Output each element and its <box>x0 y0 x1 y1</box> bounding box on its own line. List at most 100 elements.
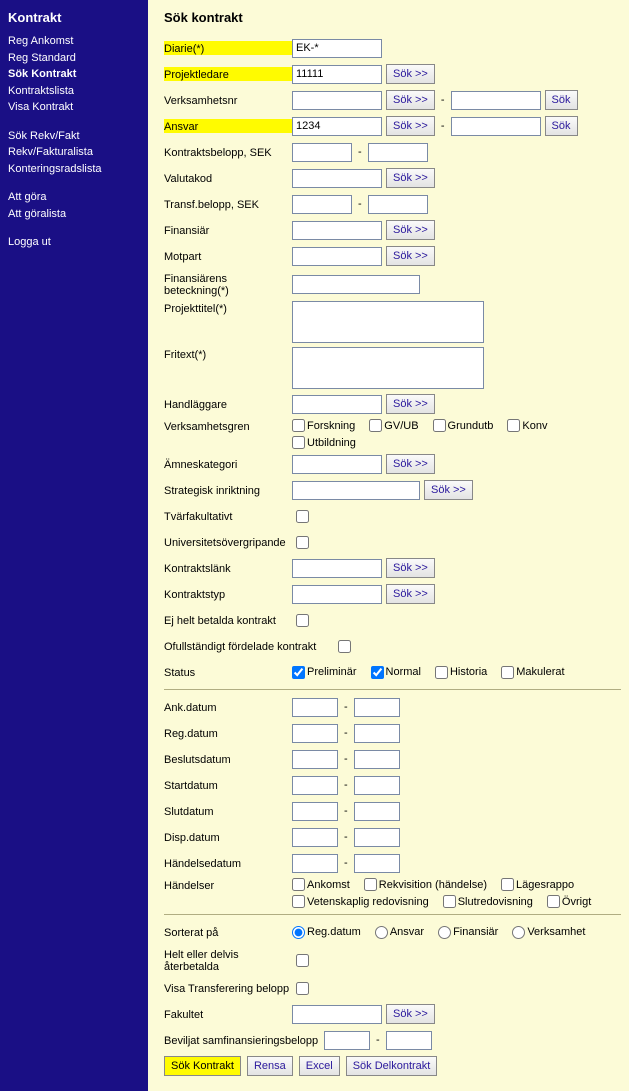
verksamhetsnr-input-2[interactable] <box>451 91 541 110</box>
label-finansiar: Finansiär <box>164 223 292 237</box>
sok-motpart[interactable]: Sök >> <box>386 246 435 266</box>
beviljat-to[interactable] <box>386 1031 432 1050</box>
sok-ansvar[interactable]: Sök >> <box>386 116 435 136</box>
nav-reg-ankomst[interactable]: Reg Ankomst <box>8 33 140 50</box>
chk-universitetsovergripande[interactable] <box>296 536 309 549</box>
chk-lagesrapport[interactable] <box>501 878 514 891</box>
sok-kontraktstyp[interactable]: Sök >> <box>386 584 435 604</box>
chk-grundutb[interactable] <box>433 419 446 432</box>
nav-visa-kontrakt[interactable]: Visa Kontrakt <box>8 99 140 116</box>
rensa-button[interactable]: Rensa <box>247 1056 293 1076</box>
label-fritext: Fritext(*) <box>164 347 292 361</box>
chk-visatransferering[interactable] <box>296 982 309 995</box>
label-verksamhetsnr: Verksamhetsnr <box>164 93 292 107</box>
chk-gvub[interactable] <box>369 419 382 432</box>
chk-ovrigt[interactable] <box>547 895 560 908</box>
chk-preliminar[interactable] <box>292 666 305 679</box>
projekttitel-input[interactable] <box>292 301 484 343</box>
slutdatum-from[interactable] <box>292 802 338 821</box>
ansvar-input[interactable] <box>292 117 382 136</box>
nav-logga-ut[interactable]: Logga ut <box>8 234 140 251</box>
nav-att-gora[interactable]: Att göra <box>8 189 140 206</box>
divider <box>164 689 621 690</box>
sok-fakultet[interactable]: Sök >> <box>386 1004 435 1024</box>
finansiarensbet-input[interactable] <box>292 275 420 294</box>
handlaggare-input[interactable] <box>292 395 382 414</box>
beslutsdatum-to[interactable] <box>354 750 400 769</box>
verksamhetsnr-input[interactable] <box>292 91 382 110</box>
label-universitetsovergripande: Universitetsövergripande <box>164 535 292 549</box>
kontraktsbelopp-to[interactable] <box>368 143 428 162</box>
handelsedatum-to[interactable] <box>354 854 400 873</box>
nav-kontraktslista[interactable]: Kontraktslista <box>8 83 140 100</box>
motpart-input[interactable] <box>292 247 382 266</box>
radio-finansiar[interactable] <box>438 926 451 939</box>
label-amneskategori: Ämneskategori <box>164 457 292 471</box>
chk-ankomst[interactable] <box>292 878 305 891</box>
sok-amneskategori[interactable]: Sök >> <box>386 454 435 474</box>
slutdatum-to[interactable] <box>354 802 400 821</box>
sok-handlaggare[interactable]: Sök >> <box>386 394 435 414</box>
valutakod-input[interactable] <box>292 169 382 188</box>
fritext-input[interactable] <box>292 347 484 389</box>
radio-regdatum[interactable] <box>292 926 305 939</box>
sok-kontrakt-button[interactable]: Sök Kontrakt <box>164 1056 241 1076</box>
amneskategori-input[interactable] <box>292 455 382 474</box>
kontraktstyp-input[interactable] <box>292 585 382 604</box>
nav-reg-standard[interactable]: Reg Standard <box>8 50 140 67</box>
sok-kontraktslank[interactable]: Sök >> <box>386 558 435 578</box>
startdatum-to[interactable] <box>354 776 400 795</box>
chk-konv[interactable] <box>507 419 520 432</box>
sok-finansiar[interactable]: Sök >> <box>386 220 435 240</box>
projektledare-input[interactable] <box>292 65 382 84</box>
chk-forskning[interactable] <box>292 419 305 432</box>
ansvar-input-2[interactable] <box>451 117 541 136</box>
handelsedatum-from[interactable] <box>292 854 338 873</box>
label-handelser: Händelser <box>164 878 292 892</box>
sok-delkontrakt-button[interactable]: Sök Delkontrakt <box>346 1056 438 1076</box>
beslutsdatum-from[interactable] <box>292 750 338 769</box>
startdatum-from[interactable] <box>292 776 338 795</box>
label-diarie: Diarie(*) <box>164 41 292 55</box>
sok-projektledare[interactable]: Sök >> <box>386 64 435 84</box>
finansiar-input[interactable] <box>292 221 382 240</box>
radio-verksamhet[interactable] <box>512 926 525 939</box>
strategisk-input[interactable] <box>292 481 420 500</box>
dispdatum-to[interactable] <box>354 828 400 847</box>
chk-ofullstandigt[interactable] <box>338 640 351 653</box>
sok-ansvar-2[interactable]: Sök <box>545 116 578 136</box>
chk-slutredovisning[interactable] <box>443 895 456 908</box>
chk-ejhelt[interactable] <box>296 614 309 627</box>
nav-sok-kontrakt[interactable]: Sök Kontrakt <box>8 66 140 83</box>
chk-historia[interactable] <box>435 666 448 679</box>
transfbelopp-from[interactable] <box>292 195 352 214</box>
ankdatum-from[interactable] <box>292 698 338 717</box>
chk-utbildning[interactable] <box>292 436 305 449</box>
nav-att-goralista[interactable]: Att göralista <box>8 206 140 223</box>
nav-konteringsradslista[interactable]: Konteringsradslista <box>8 161 140 178</box>
excel-button[interactable]: Excel <box>299 1056 340 1076</box>
sok-verksamhetsnr-2[interactable]: Sök <box>545 90 578 110</box>
regdatum-from[interactable] <box>292 724 338 743</box>
kontraktslank-input[interactable] <box>292 559 382 578</box>
diarie-input[interactable] <box>292 39 382 58</box>
radio-ansvar[interactable] <box>375 926 388 939</box>
nav-sok-rekv[interactable]: Sök Rekv/Fakt <box>8 128 140 145</box>
sok-verksamhetsnr[interactable]: Sök >> <box>386 90 435 110</box>
sok-valutakod[interactable]: Sök >> <box>386 168 435 188</box>
chk-tvarfakultativt[interactable] <box>296 510 309 523</box>
fakultet-input[interactable] <box>292 1005 382 1024</box>
chk-makulerat[interactable] <box>501 666 514 679</box>
ankdatum-to[interactable] <box>354 698 400 717</box>
nav-rekv-fakturalista[interactable]: Rekv/Fakturalista <box>8 144 140 161</box>
kontraktsbelopp-from[interactable] <box>292 143 352 162</box>
dispdatum-from[interactable] <box>292 828 338 847</box>
chk-rekvisition[interactable] <box>364 878 377 891</box>
chk-normal[interactable] <box>371 666 384 679</box>
sok-strategisk[interactable]: Sök >> <box>424 480 473 500</box>
regdatum-to[interactable] <box>354 724 400 743</box>
chk-vetenskaplig[interactable] <box>292 895 305 908</box>
chk-heltelller[interactable] <box>296 954 309 967</box>
transfbelopp-to[interactable] <box>368 195 428 214</box>
beviljat-from[interactable] <box>324 1031 370 1050</box>
